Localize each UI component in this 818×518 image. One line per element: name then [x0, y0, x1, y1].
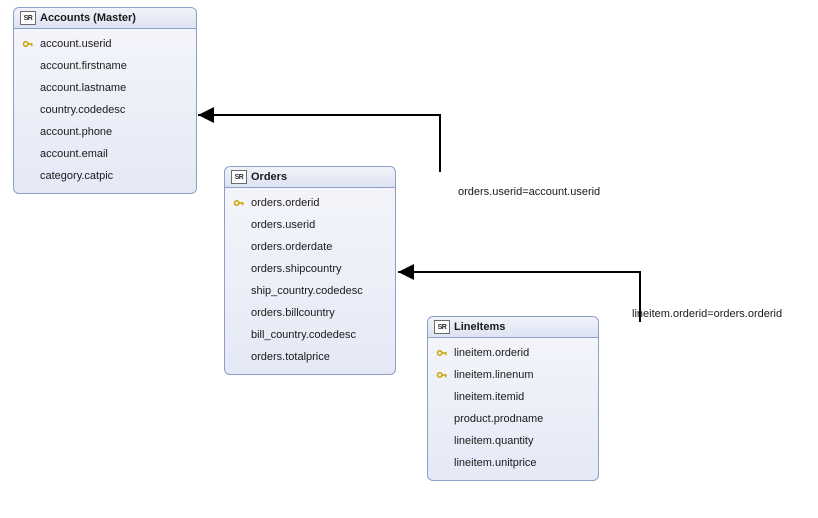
sr-icon: SR	[231, 170, 247, 184]
field-label: orders.totalprice	[247, 351, 330, 363]
field-label: lineitem.itemid	[450, 391, 524, 403]
field-row[interactable]: country.codedesc	[14, 99, 196, 121]
field-row[interactable]: orders.totalprice	[225, 346, 395, 368]
field-label: lineitem.linenum	[450, 369, 533, 381]
field-row[interactable]: orders.billcountry	[225, 302, 395, 324]
field-label: lineitem.quantity	[450, 435, 534, 447]
field-row[interactable]: ship_country.codedesc	[225, 280, 395, 302]
entity-lineitems-title: LineItems	[454, 321, 505, 333]
field-label: account.email	[36, 148, 108, 160]
field-row[interactable]: account.userid	[14, 33, 196, 55]
field-label: bill_country.codedesc	[247, 329, 356, 341]
entity-lineitems[interactable]: SR LineItems lineitem.orderid lineitem.l…	[427, 316, 599, 481]
field-row[interactable]: orders.userid	[225, 214, 395, 236]
entity-accounts-body: account.userid account.firstname account…	[14, 29, 196, 193]
sr-icon: SR	[20, 11, 36, 25]
rel-orders-accounts-label: orders.userid=account.userid	[458, 186, 600, 198]
field-label: account.phone	[36, 126, 112, 138]
field-label: lineitem.unitprice	[450, 457, 537, 469]
entity-accounts-header[interactable]: SR Accounts (Master)	[14, 8, 196, 29]
field-row[interactable]: category.catpic	[14, 165, 196, 187]
field-label: ship_country.codedesc	[247, 285, 363, 297]
key-icon	[436, 369, 448, 381]
entity-orders[interactable]: SR Orders orders.orderid orders.userid o…	[224, 166, 396, 375]
field-row[interactable]: orders.orderdate	[225, 236, 395, 258]
field-label: orders.userid	[247, 219, 315, 231]
entity-accounts-title: Accounts (Master)	[40, 12, 136, 24]
field-row[interactable]: bill_country.codedesc	[225, 324, 395, 346]
field-label: country.codedesc	[36, 104, 125, 116]
field-row[interactable]: product.prodname	[428, 408, 598, 430]
rel-lineitems-orders-label: lineitem.orderid=orders.orderid	[632, 308, 782, 320]
field-label: orders.orderdate	[247, 241, 332, 253]
rel-lineitems-orders-line	[398, 272, 640, 322]
field-row[interactable]: orders.shipcountry	[225, 258, 395, 280]
rel-orders-accounts-line	[198, 115, 440, 172]
key-icon	[436, 347, 448, 359]
key-icon	[22, 38, 34, 50]
field-row[interactable]: lineitem.orderid	[428, 342, 598, 364]
entity-orders-body: orders.orderid orders.userid orders.orde…	[225, 188, 395, 374]
field-row[interactable]: account.email	[14, 143, 196, 165]
field-row[interactable]: lineitem.unitprice	[428, 452, 598, 474]
field-label: account.firstname	[36, 60, 127, 72]
diagram-canvas: SR Accounts (Master) account.userid acco…	[0, 0, 818, 518]
field-row[interactable]: account.lastname	[14, 77, 196, 99]
entity-orders-header[interactable]: SR Orders	[225, 167, 395, 188]
field-label: orders.billcountry	[247, 307, 335, 319]
key-icon	[233, 197, 245, 209]
field-label: lineitem.orderid	[450, 347, 529, 359]
entity-lineitems-header[interactable]: SR LineItems	[428, 317, 598, 338]
field-row[interactable]: account.firstname	[14, 55, 196, 77]
field-label: account.userid	[36, 38, 112, 50]
field-row[interactable]: lineitem.quantity	[428, 430, 598, 452]
field-row[interactable]: account.phone	[14, 121, 196, 143]
field-row[interactable]: orders.orderid	[225, 192, 395, 214]
entity-accounts[interactable]: SR Accounts (Master) account.userid acco…	[13, 7, 197, 194]
sr-icon: SR	[434, 320, 450, 334]
field-row[interactable]: lineitem.linenum	[428, 364, 598, 386]
entity-orders-title: Orders	[251, 171, 287, 183]
field-label: account.lastname	[36, 82, 126, 94]
field-label: product.prodname	[450, 413, 543, 425]
field-label: orders.orderid	[247, 197, 319, 209]
field-label: category.catpic	[36, 170, 113, 182]
entity-lineitems-body: lineitem.orderid lineitem.linenum lineit…	[428, 338, 598, 480]
field-label: orders.shipcountry	[247, 263, 342, 275]
field-row[interactable]: lineitem.itemid	[428, 386, 598, 408]
